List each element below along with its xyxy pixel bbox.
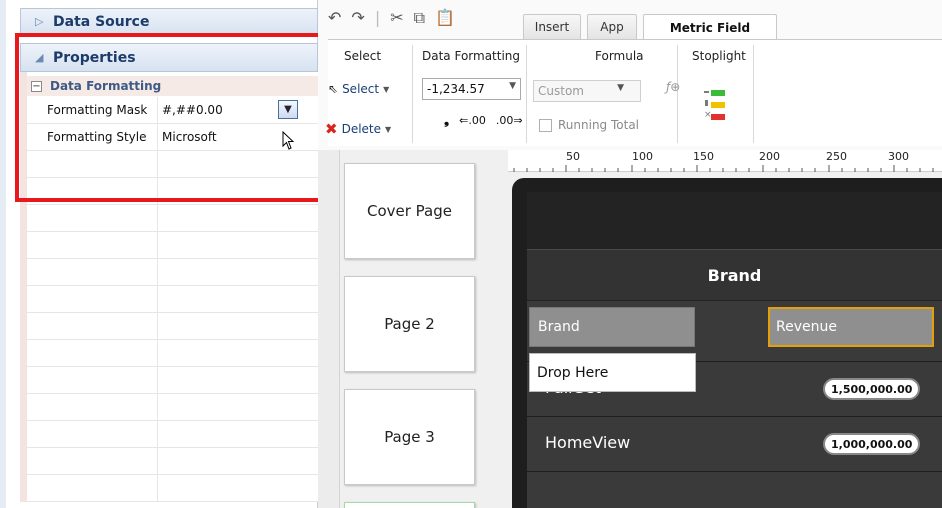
group-title-formula: Formula <box>595 49 644 63</box>
cut-icon[interactable]: ✂ <box>390 8 403 28</box>
page-thumbnail-2[interactable]: Page 2 <box>344 276 475 372</box>
group-title-stoplight: Stoplight <box>692 49 746 63</box>
dropdown-arrow-icon: ▼ <box>383 84 390 94</box>
decimal-buttons: ❟ ⇐.00 .00⇒ <box>444 113 523 128</box>
empty-row <box>27 421 318 448</box>
undo-icon[interactable]: ↶ <box>328 8 341 28</box>
empty-row <box>27 259 318 286</box>
page-label: Page 2 <box>384 315 435 333</box>
empty-row <box>27 340 318 367</box>
pages-strip: Cover Page Page 2 Page 3 <box>340 150 508 508</box>
empty-row <box>27 475 318 502</box>
ruler-marks <box>513 165 934 172</box>
table-row[interactable]: HomeView 1,000,000.00 <box>527 416 942 470</box>
row-name: HomeView <box>545 433 631 452</box>
decrease-decimal-icon[interactable]: ⇐.00 <box>459 114 486 127</box>
function-icon[interactable]: ƒ⊕ <box>666 80 680 94</box>
formula-combo[interactable]: Custom ▼ <box>533 80 641 102</box>
paste-icon[interactable]: 📋 <box>435 8 455 28</box>
empty-row <box>27 205 318 232</box>
value-pill: 1,500,000.00 <box>823 378 921 400</box>
empty-row <box>27 367 318 394</box>
column-header-revenue[interactable]: Revenue <box>768 307 934 347</box>
empty-row <box>27 232 318 259</box>
highlight-box <box>15 33 328 202</box>
screen-title: Brand <box>527 249 942 301</box>
data-source-label: Data Source <box>53 13 150 30</box>
quick-access-toolbar: ↶ ↷ | ✂ ⧉ 📋 <box>328 8 455 28</box>
increase-decimal-icon[interactable]: .00⇒ <box>496 114 523 127</box>
column-header-brand[interactable]: Brand <box>529 307 695 347</box>
stoplight-icon[interactable]: × <box>704 84 726 124</box>
number-format-value: -1,234.57 <box>427 82 485 96</box>
running-total-label: Running Total <box>558 118 640 132</box>
table-row-empty <box>527 471 942 508</box>
thousands-separator-icon[interactable]: ❟ <box>444 113 449 128</box>
toolbar-divider: | <box>374 8 381 27</box>
drop-here-tooltip: Drop Here <box>529 353 696 392</box>
tab-metric-field[interactable]: Metric Field <box>643 14 777 40</box>
tab-app[interactable]: App <box>587 14 637 39</box>
checkbox-box <box>539 118 552 132</box>
delete-button[interactable]: ✖ Delete ▼ <box>325 120 391 138</box>
delete-button-label: Delete <box>341 122 382 136</box>
dropdown-arrow-icon: ▼ <box>509 81 516 91</box>
redo-icon[interactable]: ↷ <box>351 8 364 28</box>
dropdown-arrow-icon: ▼ <box>385 124 392 134</box>
empty-row <box>27 286 318 313</box>
empty-row <box>27 394 318 421</box>
expand-triangle-icon: ▷ <box>35 15 44 28</box>
left-rail <box>0 0 6 508</box>
tab-insert[interactable]: Insert <box>523 14 581 39</box>
empty-row <box>27 313 318 340</box>
empty-row <box>27 448 318 475</box>
page-label: Cover Page <box>366 202 452 220</box>
delete-x-icon: ✖ <box>325 120 338 138</box>
dropdown-arrow-icon: ▼ <box>617 83 624 93</box>
page-thumbnail-partial[interactable] <box>344 502 475 508</box>
select-button-label: Select <box>342 82 380 96</box>
horizontal-ruler: 50 100 150 200 250 300 <box>508 150 942 172</box>
number-format-combo[interactable]: -1,234.57 ▼ <box>422 78 521 100</box>
page-thumbnail-3[interactable]: Page 3 <box>344 389 475 485</box>
page-label: Page 3 <box>384 428 435 446</box>
formula-value: Custom <box>538 84 584 98</box>
select-button[interactable]: ⇖ Select ▼ <box>328 82 389 96</box>
running-total-checkbox[interactable]: Running Total <box>539 118 639 132</box>
group-title-select: Select <box>344 49 382 63</box>
value-pill: 1,000,000.00 <box>823 433 921 455</box>
page-thumbnail-cover[interactable]: Cover Page <box>344 163 475 259</box>
copy-icon[interactable]: ⧉ <box>414 8 425 28</box>
select-pointer-icon: ⇖ <box>328 82 339 96</box>
group-title-data-formatting: Data Formatting <box>422 49 521 63</box>
data-source-header[interactable]: ▷ Data Source <box>20 8 318 35</box>
